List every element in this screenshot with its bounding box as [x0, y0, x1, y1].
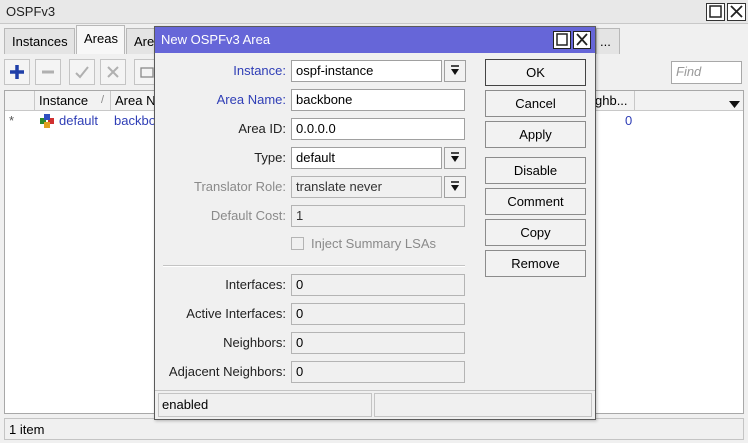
close-icon	[576, 33, 588, 46]
instance-dropdown-button[interactable]	[444, 60, 466, 82]
adjacent-neighbors-label: Adjacent Neighbors:	[168, 364, 286, 379]
area-name-input[interactable]: backbone	[291, 89, 465, 111]
cell-neighbors: 0	[625, 113, 633, 128]
area-id-label: Area ID:	[238, 121, 286, 136]
column-instance[interactable]: Instance /	[35, 91, 111, 111]
main-title-bar: OSPFv3	[0, 0, 748, 24]
dialog-status-text: enabled	[158, 393, 372, 417]
dialog-close-button[interactable]	[573, 31, 591, 49]
column-neighbors[interactable]: ghb...	[595, 91, 635, 111]
enable-icon	[75, 66, 89, 79]
inject-summary-checkbox[interactable]	[291, 237, 304, 250]
status-bar: 1 item	[4, 418, 744, 440]
dialog-maximize-button[interactable]	[553, 31, 571, 49]
add-button[interactable]	[4, 59, 30, 85]
inject-summary-label: Inject Summary LSAs	[311, 236, 436, 251]
column-flags[interactable]	[5, 91, 35, 111]
find-input[interactable]: Find	[671, 61, 742, 84]
sort-indicator: /	[100, 94, 104, 106]
apply-button[interactable]: Apply	[485, 121, 586, 148]
disable-button[interactable]: Disable	[485, 157, 586, 184]
row-flag: *	[9, 113, 15, 128]
column-menu-button[interactable]	[729, 97, 741, 112]
remove-button[interactable]: Remove	[485, 250, 586, 277]
comment-button[interactable]: Comment	[485, 188, 586, 215]
area-icon	[39, 112, 57, 130]
dialog-title-bar[interactable]: New OSPFv3 Area	[155, 27, 595, 53]
ok-button[interactable]: OK	[485, 59, 586, 86]
adjacent-neighbors-value: 0	[291, 361, 465, 383]
instance-label: Instance:	[233, 63, 286, 78]
tab-instances[interactable]: Instances	[4, 28, 75, 54]
remove-button[interactable]	[35, 59, 61, 85]
dialog-title: New OSPFv3 Area	[161, 32, 271, 47]
dialog-status-bar: enabled	[155, 390, 595, 419]
remove-icon	[42, 70, 54, 74]
close-icon	[730, 5, 743, 18]
type-select[interactable]: default	[291, 147, 442, 169]
active-interfaces-value: 0	[291, 303, 465, 325]
tab-more[interactable]: ...	[596, 28, 620, 54]
dialog-status-cell	[374, 393, 592, 417]
cancel-button[interactable]: Cancel	[485, 90, 586, 117]
chevron-down-icon	[729, 101, 740, 108]
cell-area-name: backbo	[114, 113, 156, 128]
column-area-name[interactable]: Area N	[111, 91, 159, 111]
dialog-separator	[163, 265, 465, 267]
area-name-label: Area Name:	[216, 92, 286, 107]
comment-icon	[140, 67, 154, 78]
maximize-icon	[709, 5, 722, 18]
type-dropdown-button[interactable]	[444, 147, 466, 169]
instance-select[interactable]: ospf-instance	[291, 60, 442, 82]
copy-button[interactable]: Copy	[485, 219, 586, 246]
dropdown-arrow-icon	[451, 152, 459, 162]
disable-button[interactable]	[100, 59, 126, 85]
default-cost-input[interactable]: 1	[291, 205, 465, 227]
translator-role-label: Translator Role:	[194, 179, 286, 194]
interfaces-label: Interfaces:	[225, 277, 286, 292]
close-button[interactable]	[727, 3, 746, 21]
dropdown-arrow-icon	[451, 181, 459, 191]
new-area-dialog: New OSPFv3 Area Instance: ospf-instance …	[154, 26, 596, 420]
tab-area-ranges[interactable]: Are	[126, 28, 156, 54]
neighbors-label: Neighbors:	[223, 335, 286, 350]
add-icon	[10, 65, 24, 79]
main-window-title: OSPFv3	[6, 4, 56, 19]
enable-button[interactable]	[69, 59, 95, 85]
area-id-input[interactable]: 0.0.0.0	[291, 118, 465, 140]
maximize-button[interactable]	[706, 3, 725, 21]
disable-icon	[107, 66, 119, 78]
neighbors-value: 0	[291, 332, 465, 354]
active-interfaces-label: Active Interfaces:	[186, 306, 286, 321]
translator-role-dropdown-button[interactable]	[444, 176, 466, 198]
tab-areas[interactable]: Areas	[76, 25, 125, 54]
type-label: Type:	[254, 150, 286, 165]
dropdown-arrow-icon	[451, 65, 459, 75]
maximize-icon	[556, 33, 568, 46]
cell-instance: default	[59, 113, 99, 128]
translator-role-select[interactable]: translate never	[291, 176, 442, 198]
comment-button[interactable]	[134, 59, 154, 85]
interfaces-value: 0	[291, 274, 465, 296]
column-instance-label: Instance	[39, 93, 89, 108]
default-cost-label: Default Cost:	[210, 208, 286, 223]
